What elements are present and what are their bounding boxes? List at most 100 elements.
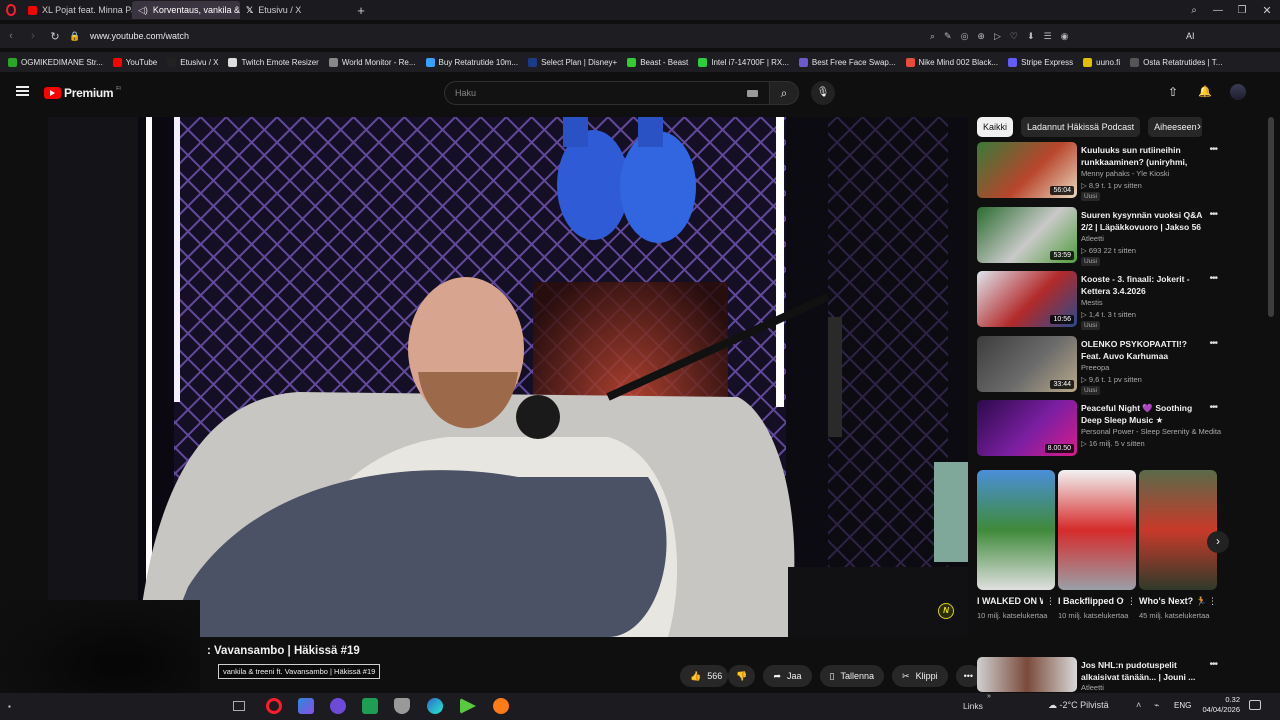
more-options-icon[interactable]: ⋮ xyxy=(1127,596,1136,607)
ai-button[interactable]: AI xyxy=(1186,31,1195,41)
bookmark-favicon-icon xyxy=(328,57,338,67)
bookmark-item[interactable]: Select Plan | Disney+ xyxy=(528,57,617,67)
title-tooltip: vankila & treeni ft. Vavansambo | Häkiss… xyxy=(218,664,381,679)
shorts-next-button[interactable]: › xyxy=(1207,531,1229,553)
share-button[interactable]: ➦ Jaa xyxy=(763,665,812,687)
opera-logo-icon[interactable] xyxy=(0,0,22,20)
bookmark-item[interactable]: Osta Retatrutides | T... xyxy=(1130,57,1222,67)
task-view-icon[interactable] xyxy=(233,701,245,711)
bookmark-item[interactable]: Stripe Express xyxy=(1008,57,1073,67)
chip-channel[interactable]: Ladannut Häkissä Podcast xyxy=(1021,117,1141,137)
more-options-icon[interactable]: ••• xyxy=(1209,402,1217,413)
tab-0[interactable]: XL Pojat feat. Minna Pajul xyxy=(22,1,132,19)
video-item-channel: Atleetti xyxy=(1081,233,1104,243)
chip-related[interactable]: Aiheeseen xyxy=(1148,117,1202,137)
more-options-icon[interactable]: ••• xyxy=(1209,338,1217,349)
bookmark-item[interactable]: Intel i7-14700F | RX... xyxy=(698,57,789,67)
menu-icon[interactable] xyxy=(16,86,29,96)
edge-taskbar-icon[interactable] xyxy=(427,698,443,714)
back-icon[interactable]: ‹ xyxy=(0,30,22,42)
bookmark-item[interactable]: Best Free Face Swap... xyxy=(798,57,896,67)
bookmark-label: Buy Retatrutide 10m... xyxy=(438,57,519,67)
short-item[interactable]: Who's Next? 🏃💨...⋮ 45 milj. katselukertaa xyxy=(1139,470,1217,621)
close-window-button[interactable]: ✕ xyxy=(1254,4,1280,17)
tab-label: Etusivu / X xyxy=(258,5,302,15)
windows-start-icon[interactable]: ▪ xyxy=(8,702,11,711)
more-options-icon[interactable]: ••• xyxy=(1209,659,1217,670)
bookmark-item[interactable]: Nike Mind 002 Black... xyxy=(905,57,998,67)
save-label: Tallenna xyxy=(840,671,875,681)
like-button[interactable]: 👍 566 xyxy=(680,665,729,687)
save-button[interactable]: ▯ Tallenna xyxy=(819,665,885,687)
new-tab-button[interactable]: + xyxy=(350,3,372,18)
bookmark-item[interactable]: Etusivu / X xyxy=(167,57,218,67)
video-item-meta: ▷ 8,9 t. 1 pv sitten xyxy=(1081,181,1142,190)
video-player[interactable]: N xyxy=(48,117,968,637)
links-toolbar[interactable]: Links xyxy=(963,701,983,711)
list-item[interactable]: 53:59 Suuren kysynnän vuoksi Q&A 2/2 | Lä… xyxy=(977,206,1218,269)
more-options-icon[interactable]: ⋮ xyxy=(1208,596,1217,607)
search-input[interactable]: Haku xyxy=(444,81,769,105)
firefox-taskbar-icon[interactable] xyxy=(493,698,509,714)
clock[interactable]: 0.32 04/04/2026 xyxy=(1200,695,1240,715)
video-item-title: Peaceful Night 💜 Soothing Deep Sleep Mus… xyxy=(1081,403,1193,425)
bookmark-item[interactable]: Buy Retatrutide 10m... xyxy=(425,57,519,67)
url-text[interactable]: www.youtube.com/watch xyxy=(90,31,930,41)
list-item[interactable]: 10:56 Kooste - 3. finaali: Jokerit - Kett… xyxy=(977,271,1218,333)
list-item[interactable]: 33:44 OLENKO PSYKOPAATTI!? Feat. Auvo Kar… xyxy=(977,335,1218,398)
voice-search-button[interactable]: 🎙 xyxy=(811,81,835,105)
list-item[interactable]: 56:04 Kuuluuks sun rutiineihin runkkaamin… xyxy=(977,142,1218,204)
video-item-title: Jos NHL:n pudotuspelit alkaisivat tänään… xyxy=(1081,660,1196,682)
toolbar-extension-icons[interactable]: ⌕✎◎⊕▷♡⬇☰◉ xyxy=(930,31,1180,42)
minimize-button[interactable]: — xyxy=(1206,5,1230,16)
bookmark-item[interactable]: Beast - Beast xyxy=(627,57,688,67)
tab-1-active[interactable]: ◁) Korventaus, vankila & xyxy=(132,1,240,19)
bookmark-item[interactable]: YouTube xyxy=(112,57,157,67)
video-thumbnail: 10:56 xyxy=(977,271,1077,327)
shield-taskbar-icon[interactable] xyxy=(394,698,410,714)
more-options-icon[interactable]: ••• xyxy=(1209,273,1217,284)
tab-search-icon[interactable]: ⌕ xyxy=(1182,5,1206,16)
more-options-icon[interactable]: ⋮ xyxy=(1046,596,1055,607)
bookmark-item[interactable]: OGMIKEDIMANE Str... xyxy=(8,57,103,67)
clock-time: 0.32 xyxy=(1225,695,1240,704)
more-options-icon[interactable]: ••• xyxy=(1209,209,1217,220)
list-item[interactable]: 8.00.50 Peaceful Night 💜 Soothing Deep Sl… xyxy=(977,400,1221,462)
clip-button[interactable]: ✂ Klippi xyxy=(892,665,948,687)
links-chevron-icon[interactable]: » xyxy=(987,693,991,700)
bookmark-item[interactable]: World Monitor - Re... xyxy=(328,57,416,67)
tray-chevron-icon[interactable]: ˄ xyxy=(1136,700,1141,710)
maximize-button[interactable]: ❐ xyxy=(1230,5,1254,16)
notification-center-icon[interactable] xyxy=(1249,700,1261,710)
bookmark-item[interactable]: uuno.fi xyxy=(1083,57,1120,67)
forward-icon[interactable]: › xyxy=(22,30,44,42)
language-indicator[interactable]: ENG xyxy=(1174,701,1191,710)
chat-taskbar-icon[interactable] xyxy=(330,698,346,714)
dislike-button[interactable]: 👎 xyxy=(728,665,756,687)
network-icon[interactable]: ⌁ xyxy=(1154,700,1159,711)
short-item[interactable]: I WALKED ON WATER 😨...⋮ 10 milj. katseluk… xyxy=(977,470,1055,621)
chevron-right-icon[interactable]: › xyxy=(1197,119,1201,133)
weather-widget[interactable]: ☁ -2°C Pilvistä xyxy=(1048,700,1109,711)
app-taskbar-icon[interactable] xyxy=(298,698,314,714)
channel-watermark-badge[interactable]: N xyxy=(938,603,954,619)
terminal-taskbar-icon[interactable] xyxy=(362,698,378,714)
keyboard-icon[interactable] xyxy=(747,90,758,97)
tab-2[interactable]: 𝕏 Etusivu / X xyxy=(240,1,350,19)
page-scrollbar[interactable] xyxy=(1268,117,1274,317)
upload-icon[interactable]: ⇧ xyxy=(1168,85,1178,99)
chip-kaikki[interactable]: Kaikki xyxy=(977,117,1014,137)
more-options-icon[interactable]: ••• xyxy=(1209,144,1217,155)
short-item[interactable]: I Backflipped Off A Flying...⋮ 10 milj. k… xyxy=(1058,470,1136,621)
media-taskbar-icon[interactable] xyxy=(460,698,476,714)
bookmark-item[interactable]: Twitch Emote Resizer xyxy=(228,57,319,67)
avatar[interactable] xyxy=(1230,84,1246,100)
opera-taskbar-icon[interactable] xyxy=(266,698,282,714)
short-thumbnail xyxy=(1058,470,1136,590)
video-item-channel: Personal Power - Sleep Serenity & Medita xyxy=(1081,427,1222,436)
like-count: 566 xyxy=(707,671,723,681)
reload-icon[interactable]: ↻ xyxy=(44,30,66,43)
youtube-premium-logo[interactable]: Premium FI xyxy=(44,86,121,100)
notifications-bell-icon[interactable]: 🔔 xyxy=(1198,85,1212,98)
search-button[interactable]: ⌕ xyxy=(769,81,799,105)
